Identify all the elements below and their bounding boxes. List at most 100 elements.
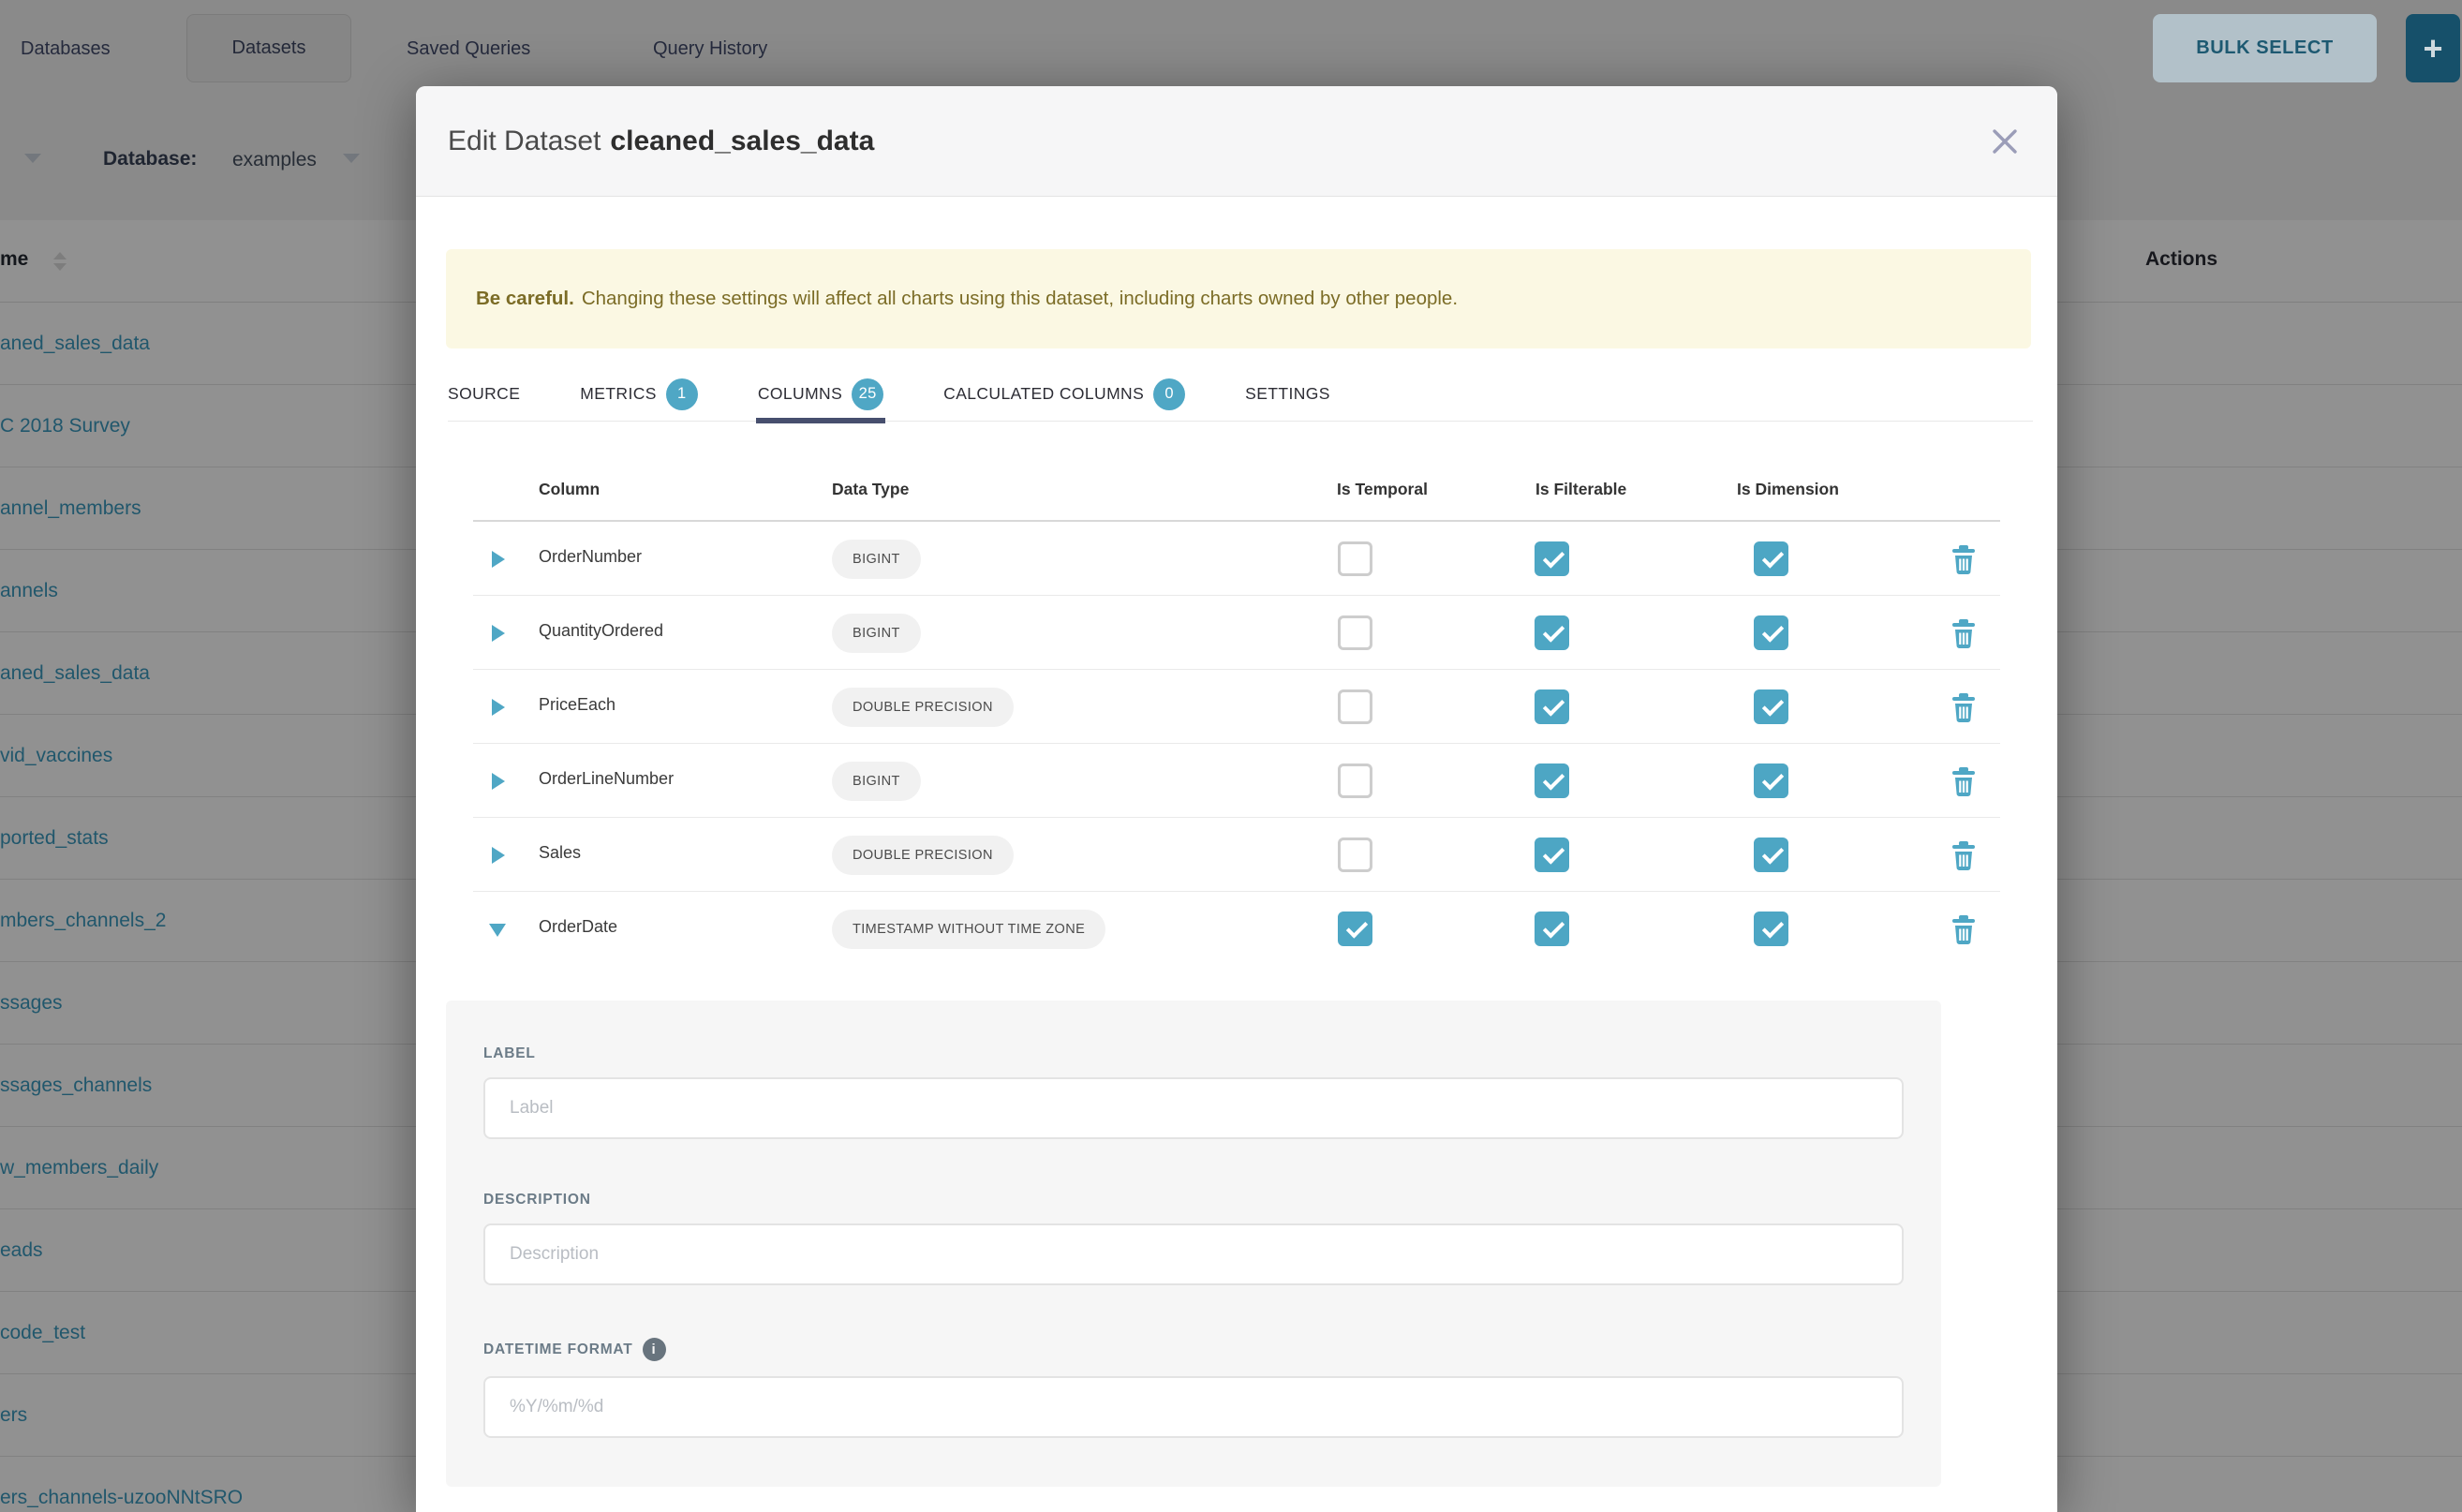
page: Databases Datasets Saved Queries Query Hist… xyxy=(0,0,2462,1512)
database-filter-label: Database: xyxy=(103,148,197,170)
is-temporal-checkbox[interactable] xyxy=(1338,763,1372,798)
dataset-link[interactable]: ssages_channels xyxy=(0,1075,152,1097)
dataset-link[interactable]: aned_sales_data xyxy=(0,662,150,685)
is-dimension-checkbox[interactable] xyxy=(1754,912,1788,946)
label-field-label: LABEL xyxy=(483,1045,1904,1062)
datetime-format-input[interactable] xyxy=(483,1376,1904,1438)
data-type-badge: DOUBLE PRECISION xyxy=(832,836,1014,875)
bulk-select-button[interactable]: BULK SELECT xyxy=(2153,14,2377,82)
modal-tabs: SOURCE METRICS 1 COLUMNS 25 CALCULATED C… xyxy=(448,367,2033,422)
nav-tab-query-history[interactable]: Query History xyxy=(653,0,767,97)
dataset-name: cleaned_sales_data xyxy=(610,126,874,156)
tab-settings[interactable]: SETTINGS xyxy=(1245,367,1330,421)
table-row: OrderDate TIMESTAMP WITHOUT TIME ZONE xyxy=(473,892,2000,966)
description-input[interactable] xyxy=(483,1223,1904,1285)
column-editor-panel: LABEL DESCRIPTION DATETIME FORMAT i xyxy=(446,1001,1941,1487)
datetime-format-field-label: DATETIME FORMAT i xyxy=(483,1338,1904,1361)
close-icon[interactable] xyxy=(1984,121,2025,162)
nav-tab-saved-queries[interactable]: Saved Queries xyxy=(407,0,530,97)
dataset-link[interactable]: annel_members xyxy=(0,497,141,520)
tab-label: SETTINGS xyxy=(1245,384,1330,404)
column-name: Sales xyxy=(539,843,581,863)
tab-count-badge: 0 xyxy=(1153,378,1185,410)
table-row: QuantityOrdered BIGINT xyxy=(473,596,2000,670)
is-filterable-checkbox[interactable] xyxy=(1535,541,1569,576)
dataset-link[interactable]: eads xyxy=(0,1239,43,1262)
is-temporal-checkbox[interactable] xyxy=(1338,615,1372,650)
delete-column-icon[interactable] xyxy=(1950,766,1978,803)
tab-source[interactable]: SOURCE xyxy=(448,367,520,421)
dataset-link[interactable]: mbers_channels_2 xyxy=(0,910,166,932)
column-name: OrderDate xyxy=(539,917,617,937)
data-type-badge: BIGINT xyxy=(832,762,921,801)
description-field-label: DESCRIPTION xyxy=(483,1192,1904,1208)
warning-banner: Be careful.Changing these settings will … xyxy=(446,249,2031,348)
datetime-format-field-group: DATETIME FORMAT i xyxy=(483,1338,1904,1438)
delete-column-icon[interactable] xyxy=(1950,692,1978,729)
dataset-link[interactable]: ported_stats xyxy=(0,827,109,850)
expand-caret-icon[interactable] xyxy=(492,773,505,790)
delete-column-icon[interactable] xyxy=(1950,618,1978,655)
name-column-header: me xyxy=(0,248,28,271)
database-filter-value[interactable]: examples xyxy=(232,149,317,171)
columns-table-header: Column Data Type Is Temporal Is Filterab… xyxy=(473,468,2000,522)
is-filterable-checkbox[interactable] xyxy=(1535,615,1569,650)
delete-column-icon[interactable] xyxy=(1950,914,1978,951)
tab-count-badge: 1 xyxy=(666,378,698,410)
is-filterable-checkbox[interactable] xyxy=(1535,689,1569,724)
nav-tab-databases[interactable]: Databases xyxy=(21,0,111,97)
expand-caret-icon[interactable] xyxy=(489,924,506,937)
tab-label: COLUMNS xyxy=(758,384,842,404)
column-name: OrderLineNumber xyxy=(539,769,674,789)
tab-metrics[interactable]: METRICS 1 xyxy=(580,367,698,421)
chevron-down-icon[interactable] xyxy=(343,154,360,163)
is-dimension-checkbox[interactable] xyxy=(1754,763,1788,798)
is-filterable-checkbox[interactable] xyxy=(1535,838,1569,872)
dataset-link[interactable]: vid_vaccines xyxy=(0,745,112,767)
is-dimension-checkbox[interactable] xyxy=(1754,689,1788,724)
tab-label: SOURCE xyxy=(448,384,520,404)
edit-dataset-modal: Edit Datasetcleaned_sales_data Be carefu… xyxy=(416,86,2057,1512)
tab-calculated-columns[interactable]: CALCULATED COLUMNS 0 xyxy=(943,367,1185,421)
expand-caret-icon[interactable] xyxy=(492,847,505,864)
delete-column-icon[interactable] xyxy=(1950,544,1978,581)
table-row: OrderLineNumber BIGINT xyxy=(473,744,2000,818)
tab-label: METRICS xyxy=(580,384,657,404)
dataset-link[interactable]: ers_channels-uzooNNtSRO xyxy=(0,1487,243,1509)
is-temporal-checkbox[interactable] xyxy=(1338,689,1372,724)
tab-columns[interactable]: COLUMNS 25 xyxy=(758,367,883,421)
data-type-badge: BIGINT xyxy=(832,540,921,579)
dataset-link[interactable]: annels xyxy=(0,580,58,602)
add-dataset-button[interactable]: + xyxy=(2406,14,2460,82)
dataset-link[interactable]: ssages xyxy=(0,992,63,1015)
is-dimension-checkbox[interactable] xyxy=(1754,838,1788,872)
label-input[interactable] xyxy=(483,1077,1904,1139)
is-filterable-checkbox[interactable] xyxy=(1535,912,1569,946)
is-dimension-checkbox[interactable] xyxy=(1754,541,1788,576)
is-dimension-checkbox[interactable] xyxy=(1754,615,1788,650)
modal-header: Edit Datasetcleaned_sales_data xyxy=(416,86,2057,197)
is-temporal-checkbox[interactable] xyxy=(1338,912,1372,946)
chevron-down-icon[interactable] xyxy=(24,154,41,163)
nav-tab-datasets-active[interactable]: Datasets xyxy=(186,14,351,82)
is-temporal-checkbox[interactable] xyxy=(1338,541,1372,576)
data-type-badge: DOUBLE PRECISION xyxy=(832,688,1014,727)
dataset-link[interactable]: w_members_daily xyxy=(0,1157,158,1179)
expand-caret-icon[interactable] xyxy=(492,625,505,642)
dataset-link[interactable]: C 2018 Survey xyxy=(0,415,130,437)
sort-icon[interactable] xyxy=(53,252,67,271)
is-filterable-checkbox[interactable] xyxy=(1535,763,1569,798)
is-temporal-checkbox[interactable] xyxy=(1338,838,1372,872)
description-field-group: DESCRIPTION xyxy=(483,1192,1904,1285)
delete-column-icon[interactable] xyxy=(1950,840,1978,877)
expand-caret-icon[interactable] xyxy=(492,551,505,568)
dataset-link[interactable]: ers xyxy=(0,1404,27,1427)
actions-column-header: Actions xyxy=(2145,248,2217,271)
tab-count-badge: 25 xyxy=(852,378,883,410)
data-type-badge: BIGINT xyxy=(832,614,921,653)
column-name: PriceEach xyxy=(539,695,616,715)
info-icon[interactable]: i xyxy=(643,1338,666,1361)
expand-caret-icon[interactable] xyxy=(492,699,505,716)
dataset-link[interactable]: code_test xyxy=(0,1322,85,1344)
dataset-link[interactable]: aned_sales_data xyxy=(0,333,150,355)
